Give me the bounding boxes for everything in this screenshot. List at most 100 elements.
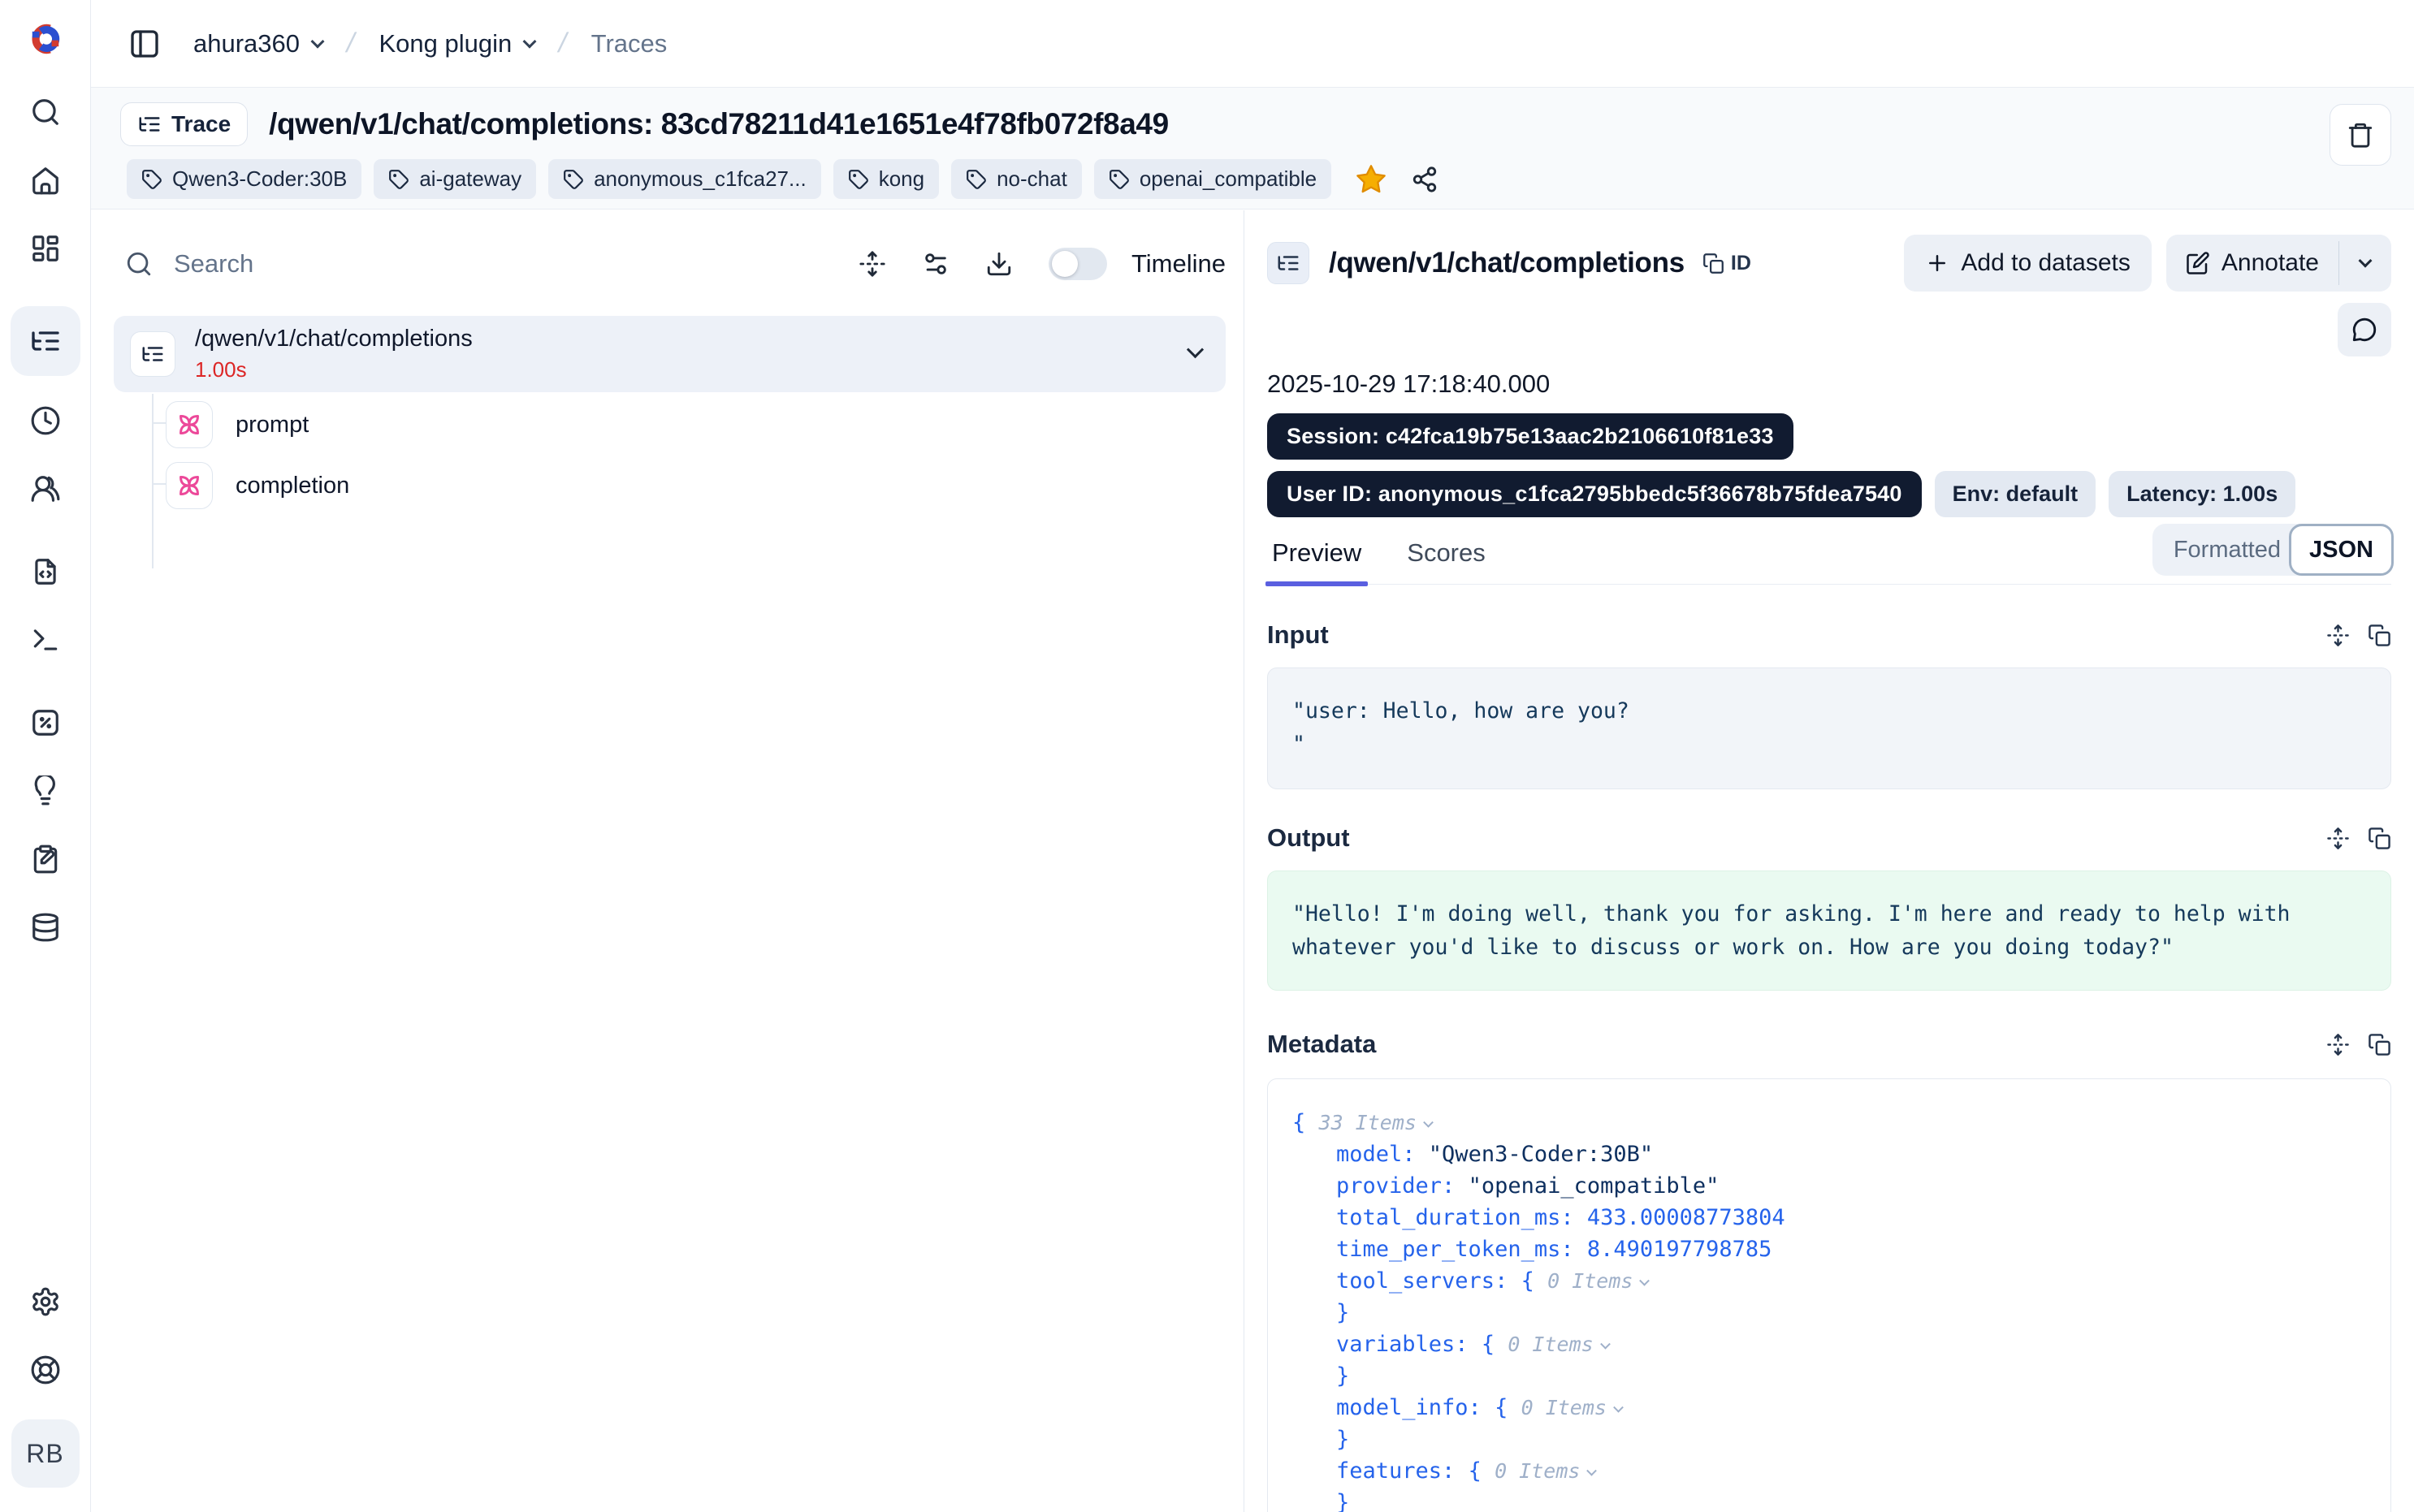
user-id-badge[interactable]: User ID: anonymous_c1fca2795bbedc5f36678… xyxy=(1267,471,1922,517)
tab-preview[interactable]: Preview xyxy=(1267,538,1366,584)
format-formatted-option[interactable]: Formatted xyxy=(2174,537,2289,564)
sidebar-item-playground[interactable] xyxy=(30,624,61,655)
clock-icon xyxy=(30,405,61,436)
annotate-button[interactable]: Annotate xyxy=(2166,235,2338,292)
search-input[interactable] xyxy=(174,249,859,279)
tag-icon xyxy=(966,169,987,190)
breadcrumb-project[interactable]: ahura360 xyxy=(193,29,322,58)
view-settings-button[interactable] xyxy=(922,250,950,278)
fold-vertical-icon[interactable] xyxy=(2326,1033,2350,1056)
tag-icon xyxy=(1109,169,1130,190)
detail-tabs: Preview Scores Formatted JSON xyxy=(1267,538,2391,585)
sidebar-item-sessions[interactable] xyxy=(30,405,61,436)
trace-tag[interactable]: Qwen3-Coder:30B xyxy=(127,159,361,199)
clipboard-pen-icon xyxy=(30,844,61,875)
event-pinwheel-icon xyxy=(166,462,213,509)
format-toggle: Formatted JSON xyxy=(2152,524,2391,576)
fold-vertical-icon[interactable] xyxy=(2326,827,2350,850)
comments-button[interactable] xyxy=(2338,303,2391,356)
trace-tag[interactable]: ai-gateway xyxy=(374,159,536,199)
collapse-all-button[interactable] xyxy=(859,250,886,278)
sidebar-item-insights[interactable] xyxy=(30,775,61,806)
event-pinwheel-icon xyxy=(166,401,213,448)
sidebar-item-settings[interactable] xyxy=(30,1286,61,1317)
annotate-button-group: Annotate xyxy=(2166,235,2391,292)
sidebar-item-home[interactable] xyxy=(30,165,61,196)
tree-node-latency: 1.00s xyxy=(195,357,473,382)
tag-label: kong xyxy=(879,166,924,192)
sidebar-toggle-button[interactable] xyxy=(128,28,161,60)
list-tree-icon xyxy=(141,342,165,366)
share-icon xyxy=(1411,166,1438,193)
sidebar-item-tracing-active[interactable] xyxy=(11,306,80,376)
tag-icon xyxy=(563,169,584,190)
sidebar-item-search[interactable] xyxy=(30,97,61,127)
detail-title: /qwen/v1/chat/completions xyxy=(1329,247,1685,279)
copy-icon[interactable] xyxy=(2368,827,2391,850)
trace-header: Trace /qwen/v1/chat/completions: 83cd782… xyxy=(91,87,2414,210)
share-button[interactable] xyxy=(1411,166,1438,193)
tree-node-title: /qwen/v1/chat/completions xyxy=(195,326,473,352)
annotate-dropdown-button[interactable] xyxy=(2339,235,2391,292)
tree-node-root-selected[interactable]: /qwen/v1/chat/completions 1.00s xyxy=(114,316,1226,392)
trace-tag[interactable]: openai_compatible xyxy=(1094,159,1331,199)
file-code-icon xyxy=(30,556,61,587)
tree-node-label: completion xyxy=(236,473,349,499)
tag-label: ai-gateway xyxy=(419,166,521,192)
tag-label: anonymous_c1fca27... xyxy=(594,166,807,192)
user-avatar[interactable]: RB xyxy=(11,1419,80,1488)
lightbulb-icon xyxy=(30,775,61,806)
breadcrumb-section[interactable]: Kong plugin xyxy=(379,29,534,58)
chevron-down-icon xyxy=(523,34,537,48)
tree-node-prompt[interactable]: prompt xyxy=(114,396,1226,453)
breadcrumb-page[interactable]: Traces xyxy=(591,29,668,58)
star-icon xyxy=(1355,163,1387,196)
sidebar-item-prompts[interactable] xyxy=(30,556,61,587)
breadcrumb-divider: / xyxy=(556,28,570,59)
favorite-star-button[interactable] xyxy=(1355,163,1387,196)
trace-tag[interactable]: kong xyxy=(833,159,939,199)
sidebar-item-support[interactable] xyxy=(30,1354,61,1385)
download-button[interactable] xyxy=(985,250,1013,278)
plus-icon xyxy=(1925,251,1949,275)
copy-icon[interactable] xyxy=(2368,624,2391,647)
home-icon xyxy=(30,165,61,196)
search-icon xyxy=(125,250,153,278)
gear-icon xyxy=(30,1286,61,1317)
trace-node-icon xyxy=(1267,242,1309,284)
env-badge: Env: default xyxy=(1935,471,2096,517)
sidebar-item-dashboards[interactable] xyxy=(30,233,61,264)
list-tree-icon xyxy=(29,325,62,357)
add-to-datasets-label: Add to datasets xyxy=(1961,249,2130,277)
trace-type-badge: Trace xyxy=(120,102,248,146)
sidebar-item-datasets[interactable] xyxy=(30,912,61,943)
copy-icon[interactable] xyxy=(2368,1033,2391,1056)
trash-icon xyxy=(2347,121,2374,149)
chevron-down-icon xyxy=(311,34,325,48)
sidebar-item-annotation[interactable] xyxy=(30,844,61,875)
input-content: "user: Hello, how are you? " xyxy=(1267,667,2391,789)
tab-scores[interactable]: Scores xyxy=(1402,538,1490,584)
trace-tree: /qwen/v1/chat/completions 1.00s prompt xyxy=(114,316,1226,514)
download-icon xyxy=(985,250,1013,278)
app-logo-icon[interactable] xyxy=(24,18,67,64)
users-icon xyxy=(30,473,61,504)
tree-node-completion[interactable]: completion xyxy=(114,457,1226,514)
trace-tag[interactable]: anonymous_c1fca27... xyxy=(548,159,821,199)
add-to-datasets-button[interactable]: Add to datasets xyxy=(1904,235,2151,292)
timeline-toggle[interactable] xyxy=(1049,248,1107,280)
fold-vertical-icon[interactable] xyxy=(2326,624,2350,647)
collapse-node-button[interactable] xyxy=(1189,346,1201,362)
session-badge[interactable]: Session: c42fca19b75e13aac2b2106610f81e3… xyxy=(1267,413,1793,460)
terminal-icon xyxy=(30,624,61,655)
observation-detail-panel: /qwen/v1/chat/completions ID Add to data… xyxy=(1244,210,2414,1512)
sidebar-item-users[interactable] xyxy=(30,473,61,504)
search-icon xyxy=(30,97,61,127)
trace-tag[interactable]: no-chat xyxy=(951,159,1082,199)
delete-trace-button[interactable] xyxy=(2330,104,2391,166)
trace-timestamp: 2025-10-29 17:18:40.000 xyxy=(1267,369,2391,399)
sidebar-item-evaluation[interactable] xyxy=(30,707,61,738)
copy-id-button[interactable]: ID xyxy=(1702,252,1751,275)
format-json-option-selected[interactable]: JSON xyxy=(2289,524,2394,576)
tag-icon xyxy=(141,169,162,190)
